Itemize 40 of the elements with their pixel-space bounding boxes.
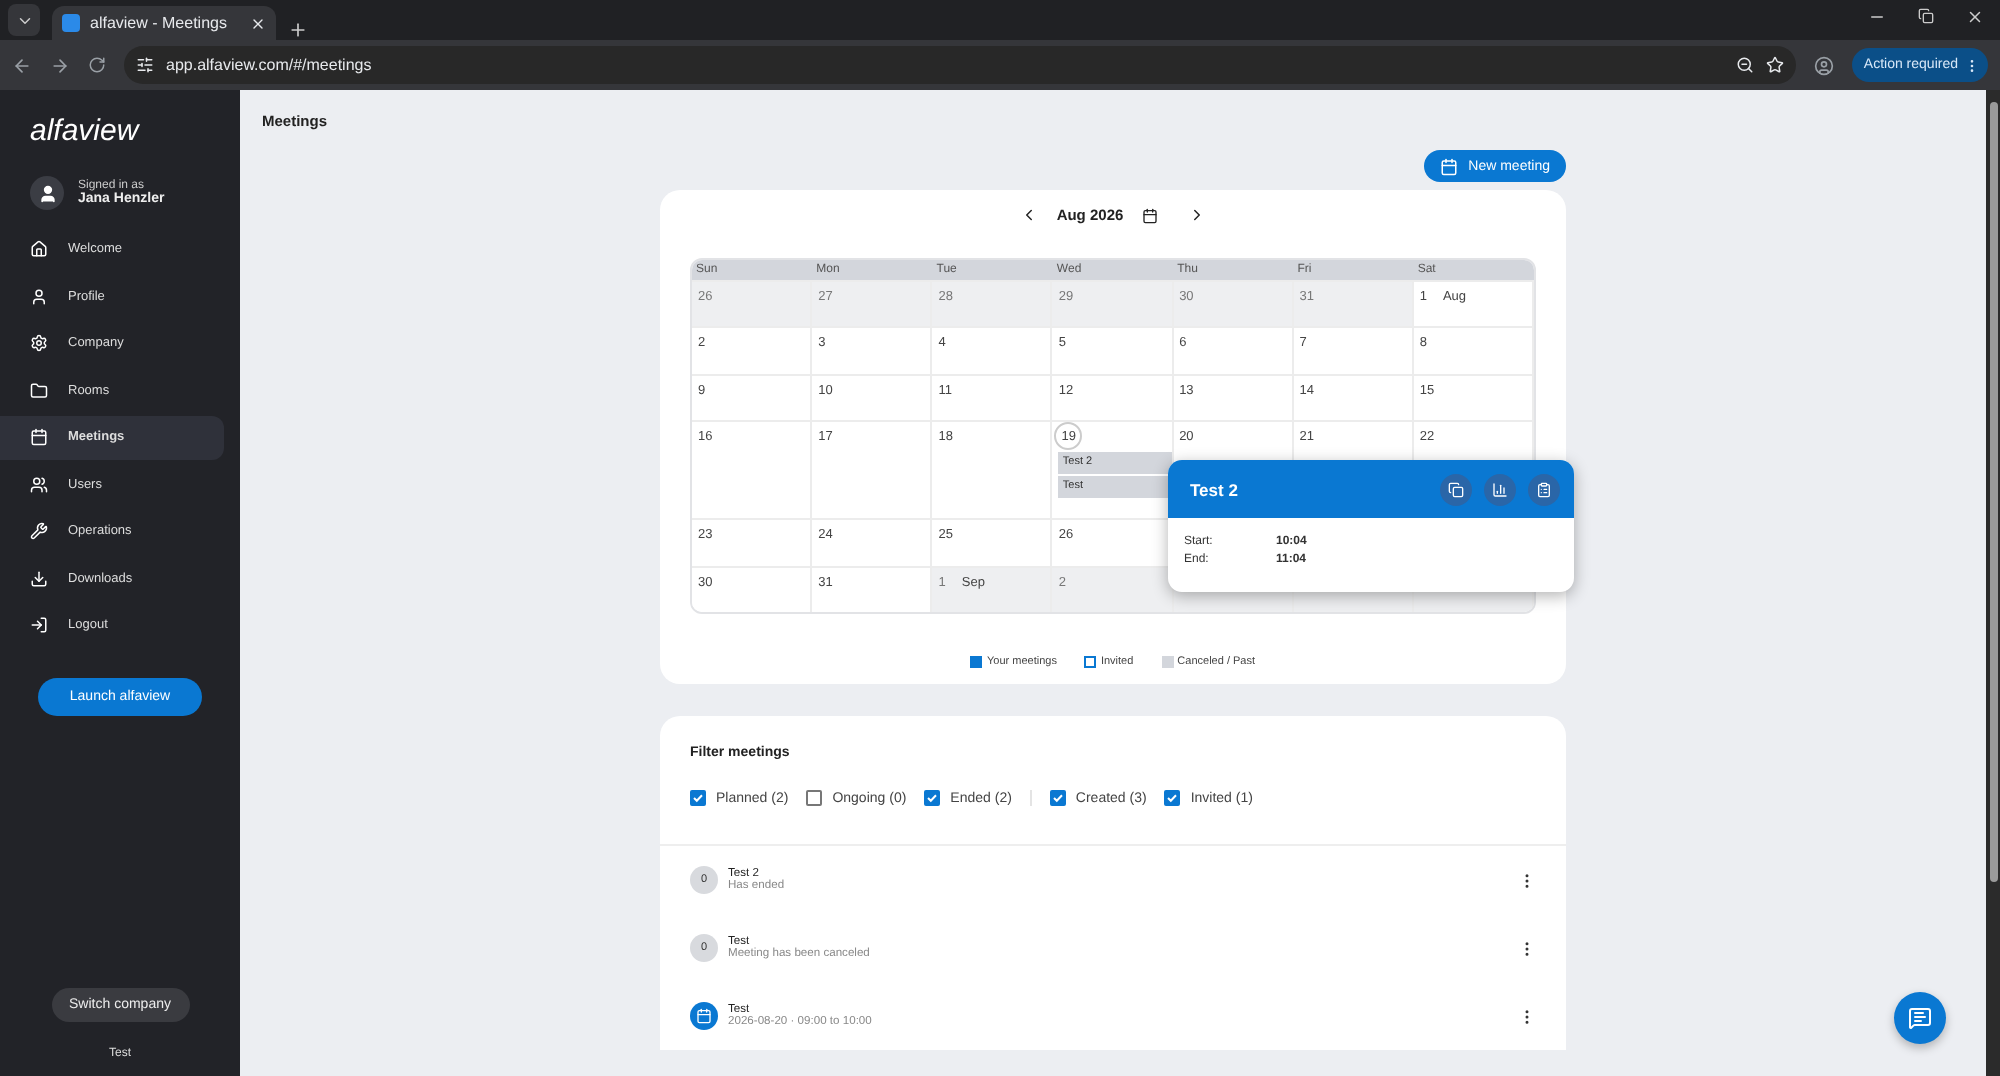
calendar-icon[interactable] bbox=[1141, 207, 1158, 223]
folder-icon bbox=[30, 381, 48, 400]
users-icon bbox=[30, 475, 48, 494]
logo: alfaview bbox=[28, 114, 142, 148]
gear-icon bbox=[30, 334, 48, 353]
calendar-icon bbox=[1440, 157, 1459, 175]
login-icon bbox=[30, 616, 48, 635]
address-bar[interactable]: app.alfaview.com/#/meetings bbox=[124, 46, 1796, 84]
reload-icon[interactable] bbox=[88, 56, 106, 74]
home-icon bbox=[30, 240, 48, 259]
restore-icon[interactable] bbox=[1918, 7, 1934, 23]
calendar-icon bbox=[30, 428, 48, 447]
star-icon[interactable] bbox=[1765, 56, 1784, 74]
checkbox[interactable] bbox=[806, 790, 823, 806]
close-icon[interactable] bbox=[250, 15, 266, 31]
scrollbar[interactable] bbox=[1986, 90, 2000, 1076]
clipboard-icon[interactable] bbox=[1528, 473, 1560, 505]
help-button[interactable] bbox=[1894, 992, 1946, 1044]
back-icon[interactable] bbox=[12, 55, 32, 75]
wrench-icon bbox=[30, 522, 48, 541]
favicon-icon bbox=[62, 14, 80, 32]
profile-icon[interactable] bbox=[1813, 55, 1834, 75]
user-icon bbox=[30, 287, 48, 306]
site-info-icon[interactable] bbox=[136, 56, 154, 74]
avatar-icon bbox=[30, 176, 64, 210]
zoom-icon[interactable] bbox=[1735, 56, 1754, 74]
help-icon bbox=[1908, 1006, 1932, 1030]
checkbox[interactable] bbox=[1164, 790, 1181, 806]
checkbox[interactable] bbox=[924, 790, 941, 806]
checkbox[interactable] bbox=[1049, 790, 1066, 806]
bar-chart-icon[interactable] bbox=[1484, 473, 1516, 505]
download-icon bbox=[30, 569, 48, 588]
browser-tab[interactable]: alfaview - Meetings bbox=[52, 6, 276, 40]
popover-title: Test 2 bbox=[1190, 479, 1240, 499]
new-tab-icon[interactable] bbox=[288, 20, 308, 40]
close-icon[interactable] bbox=[1966, 7, 1984, 25]
forward-icon[interactable] bbox=[50, 55, 70, 75]
copy-icon[interactable] bbox=[1440, 473, 1472, 505]
checkbox[interactable] bbox=[690, 790, 706, 806]
tab-list-button[interactable] bbox=[8, 4, 40, 36]
